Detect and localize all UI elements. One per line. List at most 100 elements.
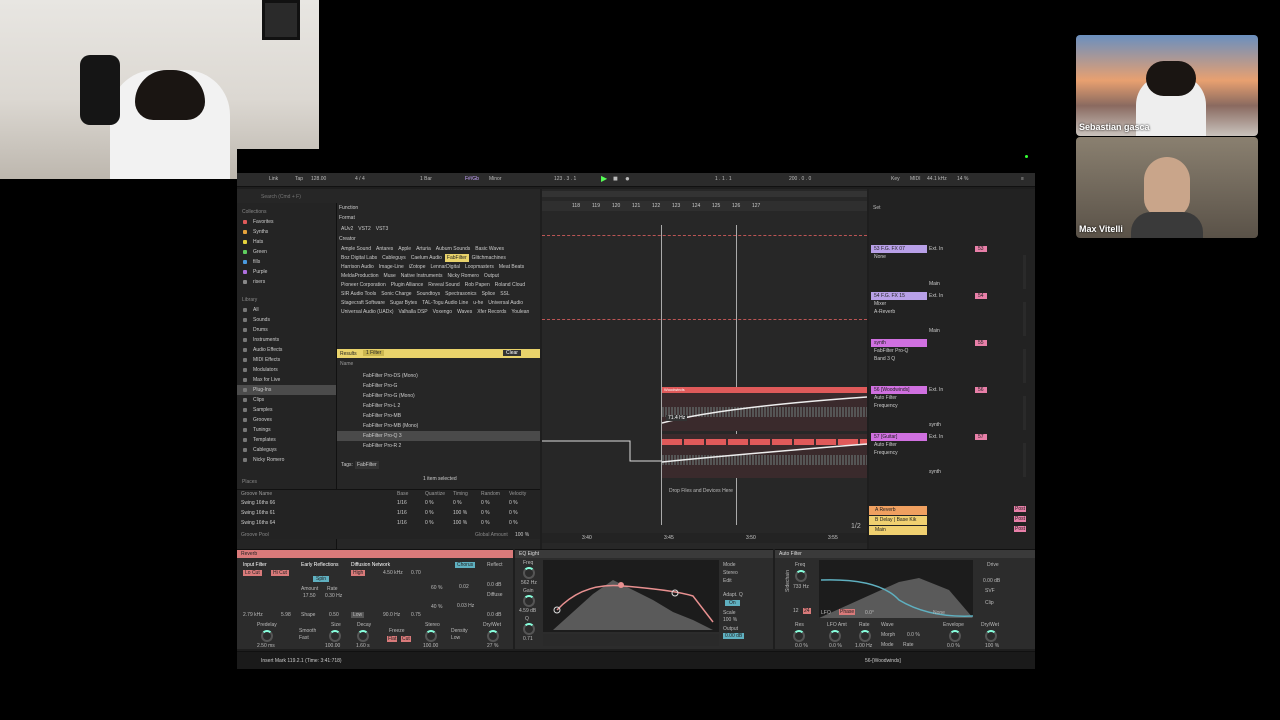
groove-row[interactable]: Swing 16ths 64 1/16 0 % 100 % 0 % 0 %	[237, 518, 540, 528]
cut-button[interactable]: Cut	[401, 636, 411, 642]
creator-tag[interactable]: Cableguys	[380, 254, 408, 262]
creator-tag[interactable]: Valhalla DSP	[397, 308, 430, 316]
freq-value[interactable]: 562 Hz	[521, 580, 537, 586]
lfo-none[interactable]: None	[933, 610, 945, 616]
drywet-value[interactable]: 100 %	[985, 643, 999, 649]
reflect-value[interactable]: 0.0 dB	[487, 582, 501, 588]
sidebar-item-library[interactable]: Max for Live	[237, 375, 336, 385]
chorus-rate[interactable]: 0.03 Hz	[457, 603, 474, 609]
key-selector[interactable]: F#/Gb	[465, 176, 479, 182]
mode-select[interactable]: Rate	[903, 642, 914, 648]
track-number[interactable]: 54	[975, 293, 987, 299]
browser-search[interactable]: Search (Cmd + F)	[261, 194, 531, 202]
track-name[interactable]: 54 F.G. FX 15	[871, 292, 927, 300]
diffuse-value[interactable]: 0.0 dB	[487, 612, 501, 618]
track-number[interactable]: 55	[975, 340, 987, 346]
scale-selector[interactable]: Minor	[489, 176, 502, 182]
hicut-freq[interactable]: 5.98	[281, 612, 291, 618]
track-param-select[interactable]: Band 3 Q	[871, 355, 927, 363]
groove-column-header[interactable]: Timing	[453, 491, 468, 497]
slope-24[interactable]: 24	[803, 608, 811, 614]
mixer-track[interactable]: synth FabFilter Pro-Q Band 3 Q	[869, 339, 927, 385]
sidebar-item-library[interactable]: Sounds	[237, 315, 336, 325]
creator-tag[interactable]: SIR Audio Tools	[339, 290, 378, 298]
drop-zone[interactable]: Drop Files and Devices Here	[669, 488, 733, 494]
sidebar-item-library[interactable]: Grooves	[237, 415, 336, 425]
density-select[interactable]: Low	[451, 635, 460, 641]
clip-guitar[interactable]	[662, 434, 867, 478]
loop-start[interactable]: 1 . 1 . 1	[715, 176, 732, 182]
creator-tag[interactable]: Harrison Audio	[339, 263, 376, 271]
high-button[interactable]: High	[351, 570, 366, 576]
track-name[interactable]: 53 F.G. FX 07	[871, 245, 927, 253]
mixer-track[interactable]: 57 [Guitar] Auto Filter Frequency	[869, 433, 927, 479]
track-name[interactable]: 56 [Woodwinds]	[871, 386, 927, 394]
groove-row[interactable]: Swing 16ths 61 1/16 0 % 100 % 0 % 0 %	[237, 508, 540, 518]
band-selectors[interactable]	[543, 634, 719, 646]
morph-value[interactable]: 0.0 %	[907, 632, 920, 638]
track-name[interactable]: 57 [Guitar]	[871, 433, 927, 441]
mode-select[interactable]: Stereo	[723, 570, 738, 576]
creator-tag[interactable]: Sonic Charge	[379, 290, 413, 298]
track-device-select[interactable]: Mixer	[871, 300, 927, 308]
flat-button[interactable]: Flat	[387, 636, 398, 642]
sidebar-item-library[interactable]: Audio Effects	[237, 345, 336, 355]
slope-12[interactable]: 12	[793, 608, 799, 614]
creator-tag[interactable]: Muse	[382, 272, 398, 280]
gain-knob[interactable]	[523, 595, 535, 607]
track-device-select[interactable]: Auto Filter	[871, 441, 927, 449]
creator-tag[interactable]: u-he	[471, 299, 485, 307]
stereo-value[interactable]: 100.00	[423, 643, 438, 649]
creator-tag[interactable]: Waves	[455, 308, 474, 316]
sidebar-item-collection[interactable]: Hats	[237, 237, 336, 247]
result-item[interactable]: FabFilter Pro-L 2	[337, 401, 540, 411]
lowcut-freq[interactable]: 2.79 kHz	[243, 612, 263, 618]
mixer-track[interactable]: 53 F.G. FX 07 None	[869, 245, 927, 291]
key-mapping[interactable]: Key	[891, 176, 900, 182]
sidebar-item-collection[interactable]: Purple	[237, 267, 336, 277]
spin-button[interactable]: Spin	[313, 576, 330, 582]
eq-display[interactable]	[543, 560, 719, 632]
hi-cut-button[interactable]: Hi Cut	[271, 570, 289, 576]
loop-length-field[interactable]: 200 . 0 . 0	[789, 176, 811, 182]
res-value[interactable]: 0.0 %	[795, 643, 808, 649]
creator-tag[interactable]: Output	[482, 272, 501, 280]
sidebar-item-library[interactable]: Tunings	[237, 425, 336, 435]
er-rate-value[interactable]: 0.30 Hz	[325, 593, 342, 599]
track-output[interactable]: synth	[929, 469, 941, 475]
diffusion-value[interactable]: 60 %	[431, 585, 442, 591]
freq-knob[interactable]	[523, 567, 535, 579]
creator-tag[interactable]: Nicky Romero	[445, 272, 480, 280]
creator-tag[interactable]: Youlean	[509, 308, 531, 316]
creator-tag[interactable]: Reveal Sound	[426, 281, 461, 289]
sidebar-item-collection[interactable]: Synths	[237, 227, 336, 237]
track-number[interactable]: 57	[975, 434, 987, 440]
format-tag[interactable]: VST2	[356, 225, 373, 233]
clip-woodwinds[interactable]: Woodwinds	[662, 387, 867, 431]
sidebar-item-collection[interactable]: Green	[237, 247, 336, 257]
track-param-select[interactable]: Frequency	[871, 449, 927, 457]
low-freq[interactable]: 90.0 Hz	[383, 612, 400, 618]
track-input[interactable]: Ext. In	[929, 387, 943, 393]
sidebar-item-library[interactable]: Templates	[237, 435, 336, 445]
format-filter[interactable]: Format	[339, 215, 355, 221]
shape-value[interactable]: 0.50	[329, 612, 339, 618]
function-filter[interactable]: Function	[339, 205, 358, 211]
q-knob[interactable]	[523, 623, 535, 635]
stop-icon[interactable]: ■	[613, 174, 618, 183]
creator-tag[interactable]: Boz Digital Labs	[339, 254, 379, 262]
lfo-amount-knob[interactable]	[829, 630, 841, 642]
size-knob[interactable]	[329, 630, 341, 642]
creator-tag[interactable]: Pioneer Corporation	[339, 281, 388, 289]
groove-row[interactable]: Swing 16ths 66 1/16 0 % 0 % 0 % 0 %	[237, 498, 540, 508]
sidebar-item-library[interactable]: MIDI Effects	[237, 355, 336, 365]
return-post[interactable]: Post	[1014, 526, 1027, 532]
menu-icon[interactable]: ≡	[1021, 176, 1024, 182]
envelope-value[interactable]: 0.0 %	[947, 643, 960, 649]
creator-tag[interactable]: Soundtoys	[415, 290, 443, 298]
sidebar-item-library[interactable]: Samples	[237, 405, 336, 415]
status-track[interactable]: 56-[Woodwinds]	[865, 658, 901, 664]
beat-ruler[interactable]: 118 119 120 121 122 123 124 125 126 127	[542, 201, 867, 211]
result-item[interactable]: FabFilter Pro-G (Mono)	[337, 391, 540, 401]
track-output[interactable]: Main	[929, 281, 940, 287]
